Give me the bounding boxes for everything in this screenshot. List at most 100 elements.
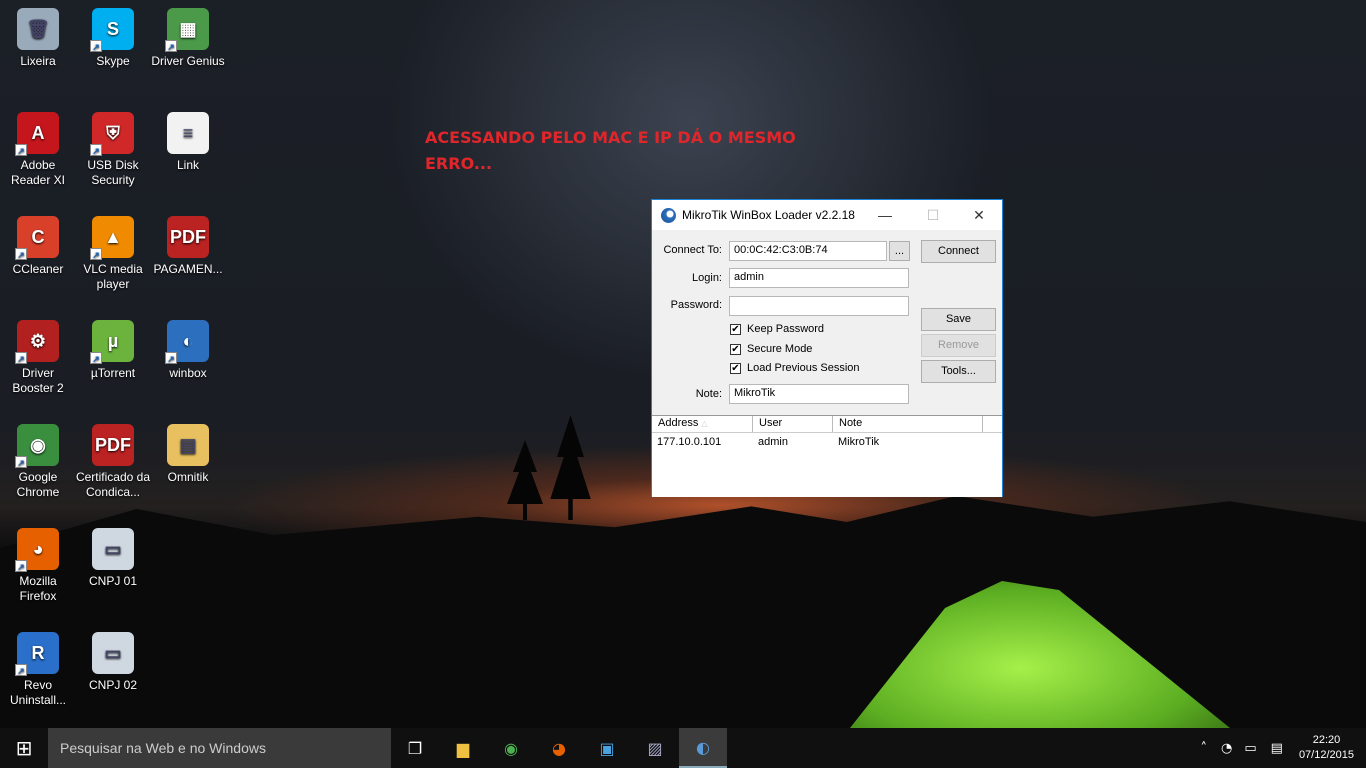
app-icon: R ↗ (15, 632, 59, 676)
shortcut-arrow-icon: ↗ (15, 352, 27, 364)
maximize-button[interactable]: ☐ (910, 200, 956, 230)
shortcut-arrow-icon: ↗ (15, 248, 27, 260)
desktop-icon[interactable]: ▲ ↗ VLC media player (75, 216, 151, 292)
chevron-up-icon[interactable]: ˄ (1193, 741, 1216, 756)
desktop-icon[interactable]: ⚙ ↗ Driver Booster 2 (0, 320, 76, 396)
task-view-icon[interactable]: ❐ (391, 728, 439, 768)
desktop-icon[interactable]: C ↗ CCleaner (0, 216, 76, 277)
password-label: Password: (670, 299, 722, 311)
note-input[interactable]: MikroTik (729, 384, 909, 404)
app-icon: ▭ (92, 528, 134, 570)
save-button[interactable]: Save (921, 308, 996, 331)
app-icon: µ ↗ (90, 320, 134, 364)
desktop-icon[interactable]: ◕ ↗ Mozilla Firefox (0, 528, 76, 604)
time: 22:20 (1312, 734, 1341, 746)
search-box[interactable]: Pesquisar na Web e no Windows (48, 728, 391, 768)
minimize-button[interactable]: — (862, 200, 908, 230)
app-icon: ⛨ ↗ (90, 112, 134, 156)
shortcut-arrow-icon: ↗ (15, 664, 27, 676)
desktop-icon-label: Certificado da Condica... (75, 470, 151, 499)
desktop-icon-label: CNPJ 02 (88, 678, 138, 692)
desktop-icon-label: CCleaner (12, 262, 64, 276)
checkmark-icon: ✔ (730, 362, 741, 374)
file-explorer-icon[interactable]: ▆ (439, 728, 487, 768)
desktop-icon-label: Skype (96, 54, 130, 68)
app-icon: A ↗ (15, 112, 59, 156)
close-button[interactable]: ✕ (956, 200, 1002, 230)
notifications-icon[interactable]: ▤ (1263, 741, 1291, 756)
battery-icon[interactable]: ▭ (1238, 741, 1262, 756)
desktop-icon[interactable]: ≡ Link (150, 112, 226, 173)
wifi-icon[interactable]: ◔ (1215, 741, 1238, 756)
chrome-taskbar-icon[interactable]: ◉ (487, 728, 535, 768)
keep-password-label: Keep Password (747, 323, 825, 335)
password-input[interactable] (729, 296, 909, 316)
desktop-icon[interactable]: ▭ CNPJ 02 (75, 632, 151, 693)
app-icon: ▤ (167, 424, 209, 466)
connect-to-input[interactable]: 00:0C:42:C3:0B:74 (729, 241, 887, 261)
keep-password-checkbox[interactable]: ✔ Keep Password (730, 323, 824, 335)
column-header-address[interactable]: Address △ (652, 416, 753, 432)
app-icon: ◐ ↗ (165, 320, 209, 364)
secure-mode-checkbox[interactable]: ✔ Secure Mode (730, 343, 812, 355)
shortcut-arrow-icon: ↗ (15, 456, 27, 468)
image-app-taskbar-icon[interactable]: ▨ (631, 728, 679, 768)
desktop-icon[interactable]: ▭ CNPJ 01 (75, 528, 151, 589)
winbox-taskbar-icon[interactable]: ◐ (679, 728, 727, 768)
browse-button[interactable]: ... (889, 241, 910, 261)
cell-user: admin (758, 436, 788, 448)
desktop-icon-label: Mozilla Firefox (19, 574, 57, 603)
list-header: Address △ User Note (652, 416, 1002, 433)
start-button[interactable]: ⊞ (0, 728, 48, 768)
connect-to-label: Connect To: (663, 244, 722, 256)
shortcut-arrow-icon: ↗ (165, 352, 177, 364)
app-icon: ▲ ↗ (90, 216, 134, 260)
desktop-icon-label: USB Disk Security (87, 158, 139, 187)
desktop-icon[interactable]: R ↗ Revo Uninstall... (0, 632, 76, 708)
desktop-icon-label: Lixeira (20, 54, 56, 68)
column-header-user[interactable]: User (753, 416, 833, 432)
desktop-icon[interactable]: ▦ ↗ Driver Genius (150, 8, 226, 69)
desktop-icon[interactable]: PDF PAGAMEN... (150, 216, 226, 277)
note-label: Note: (695, 388, 722, 400)
control-panel-taskbar-icon[interactable]: ▣ (583, 728, 631, 768)
desktop-icon-label: Revo Uninstall... (9, 678, 67, 707)
desktop-icon-label: µTorrent (90, 366, 136, 380)
annotation-text: ACESSANDO PELO MAC E IP DÁ O MESMO ERRO.… (425, 128, 796, 173)
desktop-icon-label: PAGAMEN... (153, 262, 223, 276)
connect-button[interactable]: Connect (921, 240, 996, 263)
app-icon: C ↗ (15, 216, 59, 260)
desktop-icon[interactable]: ◐ ↗ winbox (150, 320, 226, 381)
desktop-icon[interactable]: ◉ ↗ Google Chrome (0, 424, 76, 500)
desktop-icon-label: Google Chrome (16, 470, 60, 499)
tools-button[interactable]: Tools... (921, 360, 996, 383)
title-bar[interactable]: MikroTik WinBox Loader v2.2.18 — ☐ ✕ (652, 200, 1002, 230)
login-input[interactable]: admin (729, 268, 909, 288)
app-icon: PDF (167, 216, 209, 258)
app-icon: 🗑 (17, 8, 59, 50)
wallpaper-tree (550, 415, 591, 520)
desktop-icon-label: CNPJ 01 (88, 574, 138, 588)
desktop-icon-label: Driver Genius (151, 54, 225, 68)
desktop-icon[interactable]: ⛨ ↗ USB Disk Security (75, 112, 151, 188)
remove-button[interactable]: Remove (921, 334, 996, 357)
app-icon: ▭ (92, 632, 134, 674)
table-row[interactable]: 177.10.0.101 admin MikroTik (652, 433, 1002, 449)
desktop-icon[interactable]: A ↗ Adobe Reader XI (0, 112, 76, 188)
load-previous-session-checkbox[interactable]: ✔ Load Previous Session (730, 362, 860, 374)
app-icon: S ↗ (90, 8, 134, 52)
desktop-icon[interactable]: 🗑 Lixeira (0, 8, 76, 69)
shortcut-arrow-icon: ↗ (90, 352, 102, 364)
shortcut-arrow-icon: ↗ (165, 40, 177, 52)
desktop-icon[interactable]: S ↗ Skype (75, 8, 151, 69)
desktop-icon[interactable]: µ ↗ µTorrent (75, 320, 151, 381)
column-header-note[interactable]: Note (833, 416, 983, 432)
desktop-icon-label: winbox (169, 366, 207, 380)
shortcut-arrow-icon: ↗ (15, 560, 27, 572)
desktop-icon-label: Adobe Reader XI (10, 158, 66, 187)
clock[interactable]: 22:20 07/12/2015 (1291, 733, 1366, 763)
app-icon: ≡ (167, 112, 209, 154)
firefox-taskbar-icon[interactable]: ◕ (535, 728, 583, 768)
desktop-icon[interactable]: ▤ Omnitik (150, 424, 226, 485)
desktop-icon[interactable]: PDF Certificado da Condica... (75, 424, 151, 500)
